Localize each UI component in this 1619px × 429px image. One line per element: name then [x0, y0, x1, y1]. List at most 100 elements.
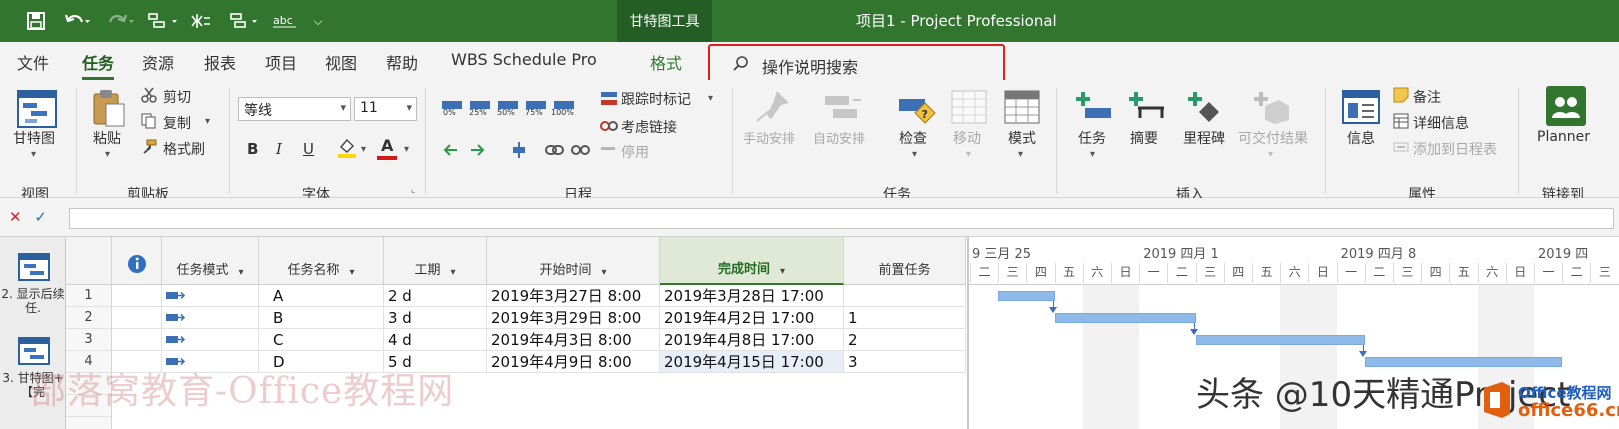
tab-format[interactable]: 格式: [650, 50, 682, 74]
spelling-icon[interactable]: abc: [272, 9, 298, 33]
undo-icon[interactable]: [60, 9, 94, 33]
move-icon[interactable]: [951, 90, 987, 128]
pct-75-button[interactable]: 75%: [525, 108, 543, 117]
format-painter-icon[interactable]: [141, 139, 157, 159]
save-icon[interactable]: [24, 9, 48, 33]
indicator-cell[interactable]: [112, 285, 162, 307]
task-bar[interactable]: [1054, 313, 1196, 323]
tab-view[interactable]: 视图: [325, 50, 357, 74]
font-color-button[interactable]: A: [381, 136, 393, 155]
customize-qat-icon[interactable]: ⌵: [310, 9, 326, 33]
task-name-cell[interactable]: C: [259, 329, 384, 351]
copy-icon[interactable]: [141, 113, 157, 133]
view-item-2[interactable]: 2. 显示后续任.: [0, 287, 66, 315]
duration-cell[interactable]: 4 d: [384, 329, 487, 351]
pct-0-button[interactable]: 0%: [443, 108, 456, 117]
chevron-down-icon[interactable]: ▾: [780, 266, 785, 277]
mode-icon[interactable]: [1004, 90, 1040, 128]
tell-me-search[interactable]: 操作说明搜索: [708, 44, 1005, 84]
predecessors-cell[interactable]: 3: [844, 351, 966, 373]
tab-help[interactable]: 帮助: [386, 50, 418, 74]
pct-25-button[interactable]: 25%: [469, 108, 487, 117]
information-button[interactable]: 信息: [1347, 128, 1375, 148]
task-mode-cell[interactable]: [162, 307, 259, 329]
add-to-timeline-button[interactable]: 添加到日程表: [1413, 139, 1497, 159]
mode-button[interactable]: 模式: [1008, 128, 1036, 148]
view-icon[interactable]: [18, 253, 50, 285]
indicator-cell[interactable]: [112, 329, 162, 351]
finish-cell[interactable]: 2019年3月28日 17:00: [660, 285, 844, 307]
split-task-icon[interactable]: [509, 140, 529, 164]
task-bar[interactable]: [998, 291, 1055, 301]
underline-button[interactable]: U: [303, 140, 314, 158]
deliverable-icon[interactable]: [1253, 90, 1291, 128]
start-cell[interactable]: 2019年3月27日 8:00: [487, 285, 660, 307]
move-button[interactable]: 移动: [953, 128, 981, 148]
details-button[interactable]: 详细信息: [1413, 113, 1469, 133]
deliverable-button[interactable]: 可交付结果: [1238, 128, 1308, 148]
select-all-corner[interactable]: [66, 237, 112, 285]
milestone-button[interactable]: 里程碑: [1183, 128, 1225, 148]
cancel-entry-button[interactable]: ✕: [9, 208, 22, 226]
duration-cell[interactable]: 3 d: [384, 307, 487, 329]
chevron-down-icon[interactable]: ▾: [205, 116, 210, 127]
format-painter-button[interactable]: 格式刷: [163, 139, 205, 159]
inspect-button[interactable]: 检查: [899, 128, 927, 148]
predecessors-cell[interactable]: [844, 285, 966, 307]
insert-task-button[interactable]: 任务: [1078, 128, 1106, 148]
chevron-down-icon[interactable]: ▾: [912, 149, 917, 160]
background-color-icon[interactable]: [337, 137, 357, 163]
indicator-cell[interactable]: [112, 307, 162, 329]
chevron-down-icon[interactable]: ▾: [361, 144, 366, 155]
auto-schedule-icon[interactable]: [823, 92, 863, 126]
tab-resource[interactable]: 资源: [142, 50, 174, 74]
notes-button[interactable]: 备注: [1413, 87, 1441, 107]
task-mode-cell[interactable]: [162, 285, 259, 307]
indent-icon[interactable]: [228, 9, 262, 33]
respect-links-icon[interactable]: [600, 118, 618, 138]
entry-input[interactable]: [69, 208, 1614, 229]
paste-icon[interactable]: [92, 88, 126, 132]
mark-on-track-icon[interactable]: [600, 90, 618, 112]
tab-file[interactable]: 文件: [17, 50, 49, 74]
manual-schedule-icon[interactable]: [755, 89, 793, 127]
confirm-entry-button[interactable]: ✓: [34, 208, 47, 226]
chevron-down-icon[interactable]: ▾: [966, 149, 971, 160]
gantt-chart-button[interactable]: 甘特图: [13, 128, 55, 148]
mark-on-track-button[interactable]: 跟踪时标记: [621, 89, 691, 109]
inspect-icon[interactable]: ?: [897, 91, 937, 131]
tab-project[interactable]: 项目: [265, 50, 297, 74]
paste-button[interactable]: 粘贴: [93, 128, 121, 148]
indicators-header[interactable]: [112, 237, 162, 285]
outline-icon[interactable]: [146, 9, 180, 33]
row-number[interactable]: [66, 417, 112, 429]
task-mode-cell[interactable]: [162, 329, 259, 351]
duration-cell[interactable]: 2 d: [384, 285, 487, 307]
task-name-cell[interactable]: A: [259, 285, 384, 307]
chevron-down-icon[interactable]: ▾: [31, 149, 36, 160]
chevron-down-icon[interactable]: ▾: [1018, 149, 1023, 160]
link-icon[interactable]: [545, 142, 591, 162]
summary-button[interactable]: 摘要: [1130, 128, 1158, 148]
redo-icon[interactable]: [104, 9, 138, 33]
start-cell[interactable]: 2019年4月9日 8:00: [487, 351, 660, 373]
gantt-chart-icon[interactable]: [17, 90, 57, 132]
dialog-launcher-icon[interactable]: ⌞: [411, 185, 415, 195]
information-icon[interactable]: [1342, 90, 1380, 128]
chevron-down-icon[interactable]: ▾: [349, 267, 354, 278]
manual-schedule-button[interactable]: 手动安排: [743, 128, 795, 147]
task-bar[interactable]: [1195, 335, 1365, 345]
add-to-timeline-icon[interactable]: [1393, 139, 1409, 159]
milestone-icon[interactable]: [1187, 90, 1225, 128]
task-bar[interactable]: [1364, 357, 1563, 367]
chevron-down-icon[interactable]: ▾: [708, 93, 713, 104]
planner-button[interactable]: Planner: [1537, 129, 1590, 145]
auto-schedule-button[interactable]: 自动安排: [813, 128, 865, 147]
tab-wbs-schedule-pro[interactable]: WBS Schedule Pro: [451, 50, 597, 69]
row-number[interactable]: 3: [66, 329, 112, 351]
finish-cell[interactable]: 2019年4月15日 17:00: [660, 351, 844, 373]
column-header-predecessors[interactable]: 前置任务: [844, 237, 966, 285]
finish-cell[interactable]: 2019年4月8日 17:00: [660, 329, 844, 351]
bold-button[interactable]: B: [247, 140, 258, 158]
font-family-select[interactable]: 等线: [238, 97, 351, 121]
